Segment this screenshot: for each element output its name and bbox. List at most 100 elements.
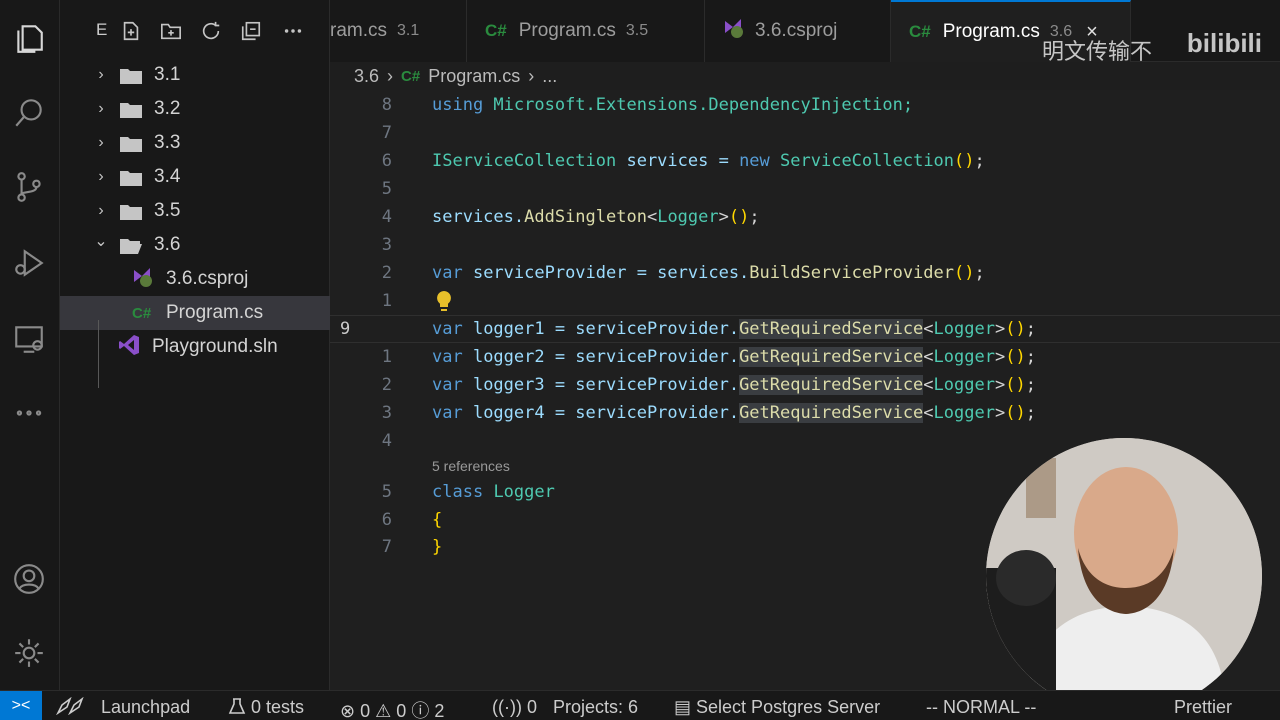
tree-label: Program.cs <box>166 302 264 323</box>
code-line: 4 services.AddSingleton<Logger>(); <box>330 203 1280 231</box>
run-debug-icon[interactable] <box>10 244 48 282</box>
new-file-icon[interactable] <box>118 18 144 44</box>
ports-item[interactable]: ((·)) 0 <box>492 697 537 718</box>
tab-label: ram.cs <box>330 20 387 41</box>
tree-label: 3.1 <box>154 64 181 85</box>
projects-item[interactable]: Projects: 6 <box>553 697 638 718</box>
tab-suffix: 3.1 <box>397 22 420 39</box>
chevron-right-icon: › <box>98 66 104 83</box>
csharp-icon: C# <box>485 21 507 40</box>
breadcrumb-separator: › <box>387 65 394 86</box>
csproj-icon <box>723 17 745 45</box>
problems-item[interactable]: ⊗ 0 ⚠ 0 ⓘ 2 <box>340 697 444 720</box>
more-icon[interactable] <box>10 394 48 432</box>
source-control-icon[interactable] <box>10 168 48 206</box>
webcam-overlay <box>986 438 1262 714</box>
code-line: 5 <box>330 175 1280 203</box>
remote-explorer-icon[interactable] <box>10 320 48 358</box>
tab-program-cs-3-1[interactable]: ram.cs 3.1 <box>330 0 467 62</box>
account-icon[interactable] <box>10 560 48 598</box>
tests-item[interactable]: 0 tests <box>228 697 304 718</box>
folder-icon <box>120 68 142 84</box>
breadcrumb-folder[interactable]: 3.6 <box>354 66 379 87</box>
tree-label: 3.6.csproj <box>166 268 249 289</box>
broadcast-icon: ((·)) <box>492 697 522 717</box>
breadcrumb: 3.6 › C# Program.cs › ... <box>354 64 557 88</box>
line-number: 6 <box>381 510 392 530</box>
tree-folder-3-2[interactable]: › 3.2 <box>60 92 330 126</box>
explorer-sidebar: E › 3.1 › 3.2 › 3.3 › 3.4 › 3.5 ⌄ 3.6 3.… <box>60 0 330 690</box>
tree-file-program-cs[interactable]: C# Program.cs <box>60 296 330 330</box>
line-number: 4 <box>381 207 392 227</box>
tree-file-sln[interactable]: Playground.sln <box>60 330 330 364</box>
tree-label: 3.4 <box>154 166 181 187</box>
postgres-item[interactable]: ▤ Select Postgres Server <box>674 697 880 718</box>
code-text: IServiceCollection services = new Servic… <box>432 151 985 171</box>
search-icon[interactable] <box>10 94 48 132</box>
prettier-item[interactable]: Prettier <box>1174 697 1232 718</box>
breadcrumb-separator: › <box>528 65 535 86</box>
breadcrumb-file[interactable]: Program.cs <box>428 66 520 87</box>
tab-program-cs-3-5[interactable]: C# Program.cs 3.5 <box>467 0 705 62</box>
tree-label: 3.2 <box>154 98 181 119</box>
watermark-text: 明文传输不 <box>1041 40 1152 65</box>
code-line: 3 <box>330 231 1280 259</box>
warning-icon: ⚠ <box>375 701 392 720</box>
status-bar: >< Launchpad 0 tests ⊗ 0 ⚠ 0 ⓘ 2 ((·)) 0… <box>0 690 1280 720</box>
line-number: 2 <box>381 375 392 395</box>
codelens-references[interactable]: 5 references <box>432 458 510 474</box>
tree-folder-3-3[interactable]: › 3.3 <box>60 126 330 160</box>
collapse-all-icon[interactable] <box>238 18 264 44</box>
tab-csproj[interactable]: 3.6.csproj <box>705 0 891 62</box>
line-number: 7 <box>381 123 392 143</box>
refresh-icon[interactable] <box>198 18 224 44</box>
new-folder-icon[interactable] <box>158 18 184 44</box>
tab-label: Program.cs <box>942 21 1040 42</box>
code-text: { <box>432 510 443 530</box>
code-line: 1 <box>330 287 1280 315</box>
remote-indicator-icon[interactable]: >< <box>0 690 42 720</box>
launchpad-item[interactable]: Launchpad <box>55 696 190 718</box>
tab-suffix: 3.5 <box>625 22 649 39</box>
rocket-icon <box>55 696 84 716</box>
breadcrumb-more[interactable]: ... <box>542 66 557 87</box>
more-actions-icon[interactable] <box>280 18 306 44</box>
line-number: 3 <box>381 235 392 255</box>
tab-label: Program.cs <box>518 20 616 41</box>
tree-folder-3-6[interactable]: ⌄ 3.6 <box>60 228 330 262</box>
editor-tabs: ram.cs 3.1 C# Program.cs 3.5 3.6.csproj … <box>330 0 1280 65</box>
tab-label: 3.6.csproj <box>755 20 838 41</box>
line-number: 2 <box>381 263 392 283</box>
code-line: 8 using Microsoft.Extensions.DependencyI… <box>330 91 1280 119</box>
tree-file-csproj[interactable]: 3.6.csproj <box>60 262 330 296</box>
explorer-icon[interactable] <box>10 20 48 58</box>
code-text: var logger3 = serviceProvider.GetRequire… <box>432 375 1036 395</box>
tree-folder-3-1[interactable]: › 3.1 <box>60 58 330 92</box>
visual-studio-icon <box>118 334 142 360</box>
code-line: 7 <box>330 119 1280 147</box>
chevron-down-icon: ⌄ <box>94 233 108 250</box>
tree-label: 3.5 <box>154 200 181 221</box>
settings-gear-icon[interactable] <box>10 634 48 672</box>
line-number: 5 <box>381 179 392 199</box>
code-text: class Logger <box>432 482 555 502</box>
chevron-right-icon: › <box>98 202 104 219</box>
folder-icon <box>120 102 142 118</box>
explorer-title: E <box>96 20 108 39</box>
tree-folder-3-5[interactable]: › 3.5 <box>60 194 330 228</box>
explorer-header: E <box>60 0 330 60</box>
code-line: 2 var serviceProvider = services.BuildSe… <box>330 259 1280 287</box>
chevron-right-icon: › <box>98 168 104 185</box>
folder-icon <box>120 136 142 152</box>
csharp-icon: C# <box>401 67 421 85</box>
tree-folder-3-4[interactable]: › 3.4 <box>60 160 330 194</box>
line-number-current: 9 <box>340 319 351 339</box>
activity-bar <box>0 0 60 690</box>
database-icon: ▤ <box>674 697 692 717</box>
bilibili-logo: bilibili <box>1186 28 1262 58</box>
code-line-current: 9 var logger1 = serviceProvider.GetRequi… <box>330 315 1280 343</box>
line-number: 5 <box>381 482 392 502</box>
code-text: var logger2 = serviceProvider.GetRequire… <box>432 347 1036 367</box>
lightbulb-icon[interactable] <box>434 290 454 312</box>
file-tree: › 3.1 › 3.2 › 3.3 › 3.4 › 3.5 ⌄ 3.6 3.6.… <box>60 58 330 388</box>
